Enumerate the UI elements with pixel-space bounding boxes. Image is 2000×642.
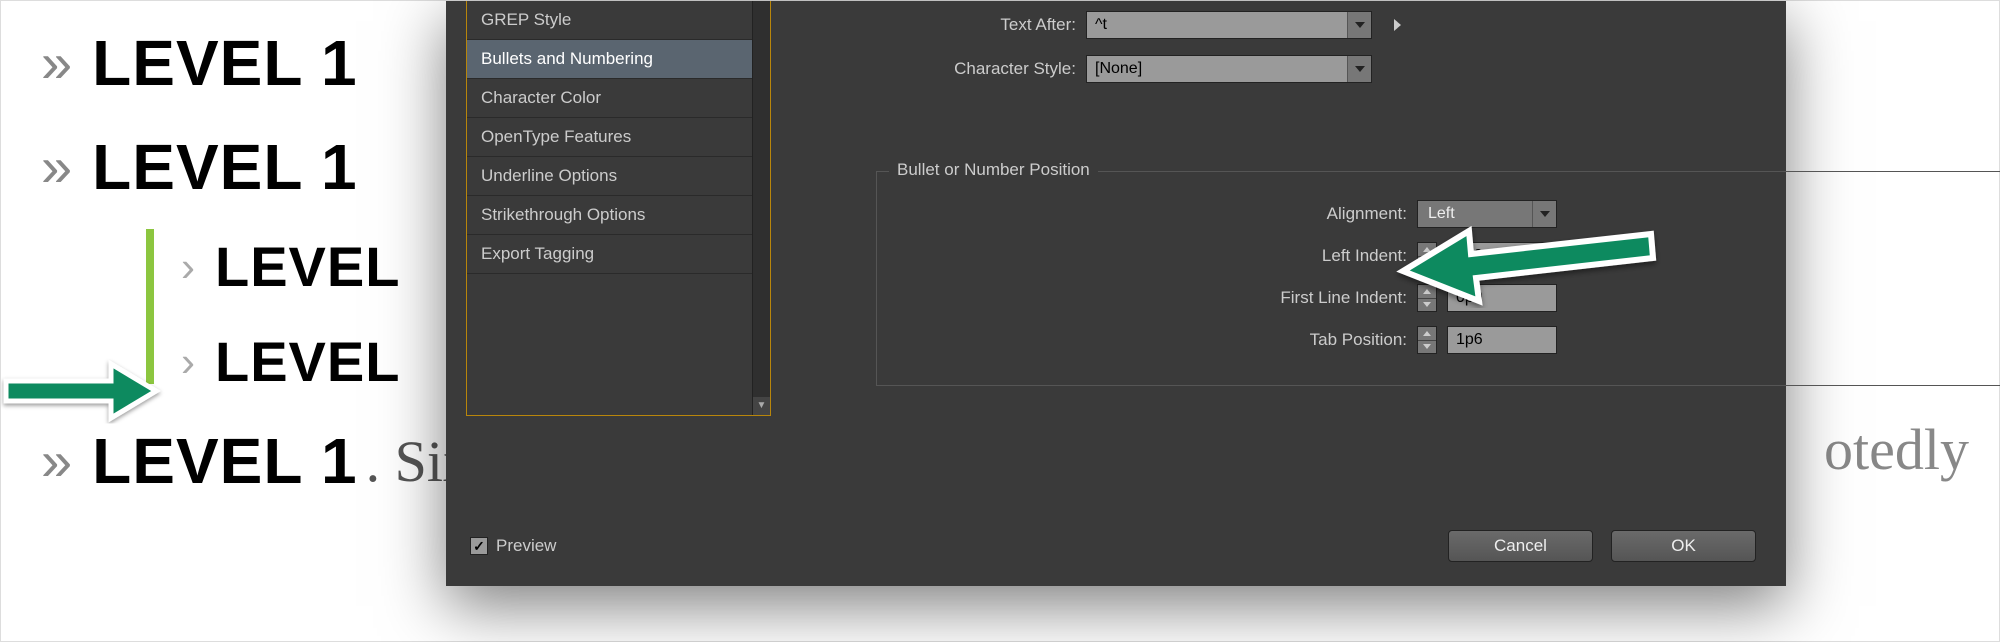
left-indent-input[interactable] (1447, 242, 1557, 270)
alignment-select[interactable]: Left (1417, 200, 1557, 228)
first-line-indent-input[interactable] (1447, 284, 1557, 312)
left-indent-row: Left Indent: (1207, 242, 1557, 270)
chevron-down-icon (1355, 66, 1365, 72)
tab-position-stepper[interactable] (1417, 326, 1437, 354)
sidebar-item-export-tagging[interactable]: Export Tagging (467, 235, 770, 274)
character-style-dropdown-button[interactable] (1347, 56, 1371, 82)
doc-text: LEVEL 1 (92, 424, 357, 498)
text-after-row: Text After: (896, 11, 1746, 39)
paragraph-style-dialog: GREP Style Bullets and Numbering Charact… (446, 1, 1786, 586)
text-after-combo[interactable] (1086, 11, 1372, 39)
chevron-down-icon (1540, 211, 1550, 217)
doc-text: LEVEL (215, 234, 400, 299)
tab-position-input[interactable] (1447, 326, 1557, 354)
left-indent-stepper[interactable] (1417, 242, 1437, 270)
bullet-glyph: › (181, 341, 195, 383)
first-line-indent-stepper[interactable] (1417, 284, 1437, 312)
text-after-label: Text After: (896, 15, 1076, 35)
alignment-row: Alignment: Left (1207, 200, 1557, 228)
tab-position-label: Tab Position: (1207, 330, 1407, 350)
sidebar-item-character-color[interactable]: Character Color (467, 79, 770, 118)
fieldset-legend: Bullet or Number Position (889, 160, 1098, 180)
sidebar-item-grep-style[interactable]: GREP Style (467, 1, 770, 40)
left-indent-label: Left Indent: (1207, 246, 1407, 266)
doc-text: LEVEL (215, 329, 400, 394)
ok-button[interactable]: OK (1611, 530, 1756, 562)
dialog-button-row: Cancel OK (1448, 530, 1756, 562)
character-style-label: Character Style: (896, 59, 1076, 79)
sidebar-scrollbar[interactable]: ▼ (752, 1, 770, 415)
alignment-dropdown-button[interactable] (1532, 201, 1556, 227)
first-line-indent-row: First Line Indent: (1207, 284, 1557, 312)
top-fields-group: Text After: Character Style: (896, 11, 1746, 99)
stepper-up-icon[interactable] (1418, 285, 1436, 299)
character-style-combo[interactable] (1086, 55, 1372, 83)
bullet-glyph: » (41, 35, 72, 91)
chevron-down-icon (1355, 22, 1365, 28)
special-char-menu-icon[interactable] (1394, 19, 1401, 31)
alignment-value: Left (1418, 205, 1532, 223)
doc-text: LEVEL 1 (92, 130, 357, 204)
bullet-glyph: » (41, 139, 72, 195)
cancel-button[interactable]: Cancel (1448, 530, 1593, 562)
bullet-glyph: › (181, 246, 195, 288)
character-style-input[interactable] (1087, 56, 1347, 82)
doc-text: LEVEL 1 (92, 26, 357, 100)
background-cropped-word: otedly (1824, 416, 1969, 483)
first-line-indent-label: First Line Indent: (1207, 288, 1407, 308)
preview-checkbox-row[interactable]: ✓ Preview (470, 536, 556, 556)
text-after-dropdown-button[interactable] (1347, 12, 1371, 38)
scroll-down-icon[interactable]: ▼ (753, 397, 770, 415)
bullet-glyph: » (41, 433, 72, 489)
text-after-input[interactable] (1087, 12, 1347, 38)
preview-checkbox[interactable]: ✓ (470, 537, 488, 555)
preview-label: Preview (496, 536, 556, 556)
sidebar-item-bullets-numbering[interactable]: Bullets and Numbering (467, 40, 770, 79)
sidebar-item-underline[interactable]: Underline Options (467, 157, 770, 196)
stepper-down-icon[interactable] (1418, 299, 1436, 312)
sidebar-item-opentype[interactable]: OpenType Features (467, 118, 770, 157)
category-sidebar: GREP Style Bullets and Numbering Charact… (466, 1, 771, 416)
alignment-label: Alignment: (1207, 204, 1407, 224)
tab-position-row: Tab Position: (1207, 326, 1557, 354)
stepper-up-icon[interactable] (1418, 327, 1436, 341)
stepper-down-icon[interactable] (1418, 341, 1436, 354)
character-style-row: Character Style: (896, 55, 1746, 83)
indent-guide-bar (146, 229, 154, 384)
sidebar-item-strikethrough[interactable]: Strikethrough Options (467, 196, 770, 235)
bullet-position-fieldset: Bullet or Number Position Alignment: Lef… (876, 171, 2000, 386)
stepper-up-icon[interactable] (1418, 243, 1436, 257)
stepper-down-icon[interactable] (1418, 257, 1436, 270)
